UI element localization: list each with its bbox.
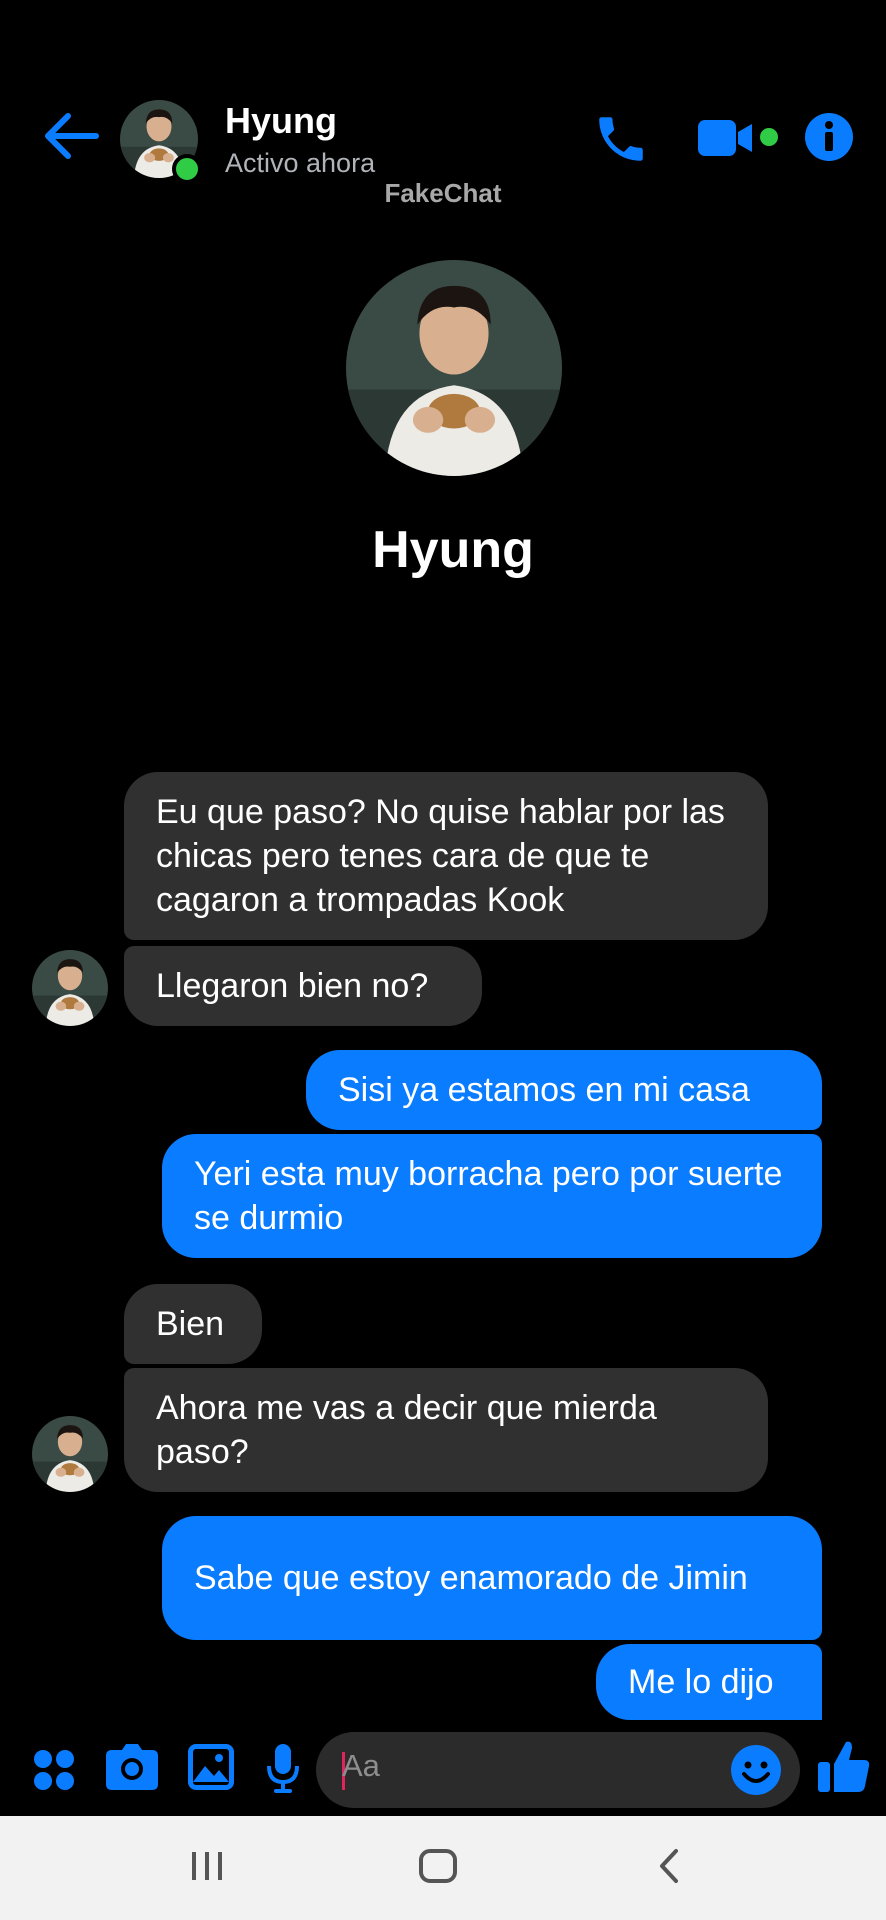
image-icon[interactable] [188, 1744, 234, 1790]
thumbs-up-icon[interactable] [818, 1738, 870, 1794]
message-bubble-outgoing[interactable]: Yeri esta muy borracha pero por suerte s… [162, 1134, 822, 1258]
apps-grid-icon[interactable] [32, 1748, 76, 1792]
profile-photo[interactable] [346, 260, 562, 476]
video-camera-icon[interactable] [696, 116, 756, 160]
contact-status: Activo ahora [225, 148, 376, 178]
message-input[interactable] [316, 1732, 800, 1808]
watermark: FakeChat [384, 178, 502, 208]
message-bubble-incoming[interactable]: Bien [124, 1284, 262, 1364]
message-bubble-outgoing[interactable]: Me lo dijo [596, 1644, 822, 1720]
profile-name: Hyung [372, 521, 534, 579]
phone-icon[interactable] [592, 110, 650, 168]
video-active-dot [760, 128, 778, 146]
back-arrow-icon[interactable] [40, 112, 100, 160]
info-icon[interactable] [804, 112, 854, 162]
microphone-icon[interactable] [266, 1744, 300, 1794]
back-icon[interactable] [656, 1848, 682, 1884]
message-bubble-outgoing[interactable]: Sisi ya estamos en mi casa [306, 1050, 822, 1130]
message-bubble-incoming[interactable]: Llegaron bien no? [124, 946, 482, 1026]
home-icon[interactable] [418, 1848, 458, 1884]
message-bubble-incoming[interactable]: Eu que paso? No quise hablar por las chi… [124, 772, 768, 940]
message-bubble-incoming[interactable]: Ahora me vas a decir que mierda paso? [124, 1368, 768, 1492]
recents-icon[interactable] [190, 1850, 224, 1882]
message-input-placeholder: Aa [342, 1748, 380, 1783]
sender-avatar[interactable] [32, 1416, 108, 1492]
sender-avatar[interactable] [32, 950, 108, 1026]
contact-name[interactable]: Hyung [225, 100, 337, 142]
message-bubble-outgoing[interactable]: Sabe que estoy enamorado de Jimin [162, 1516, 822, 1640]
emoji-icon[interactable] [730, 1744, 782, 1796]
camera-icon[interactable] [106, 1744, 158, 1790]
